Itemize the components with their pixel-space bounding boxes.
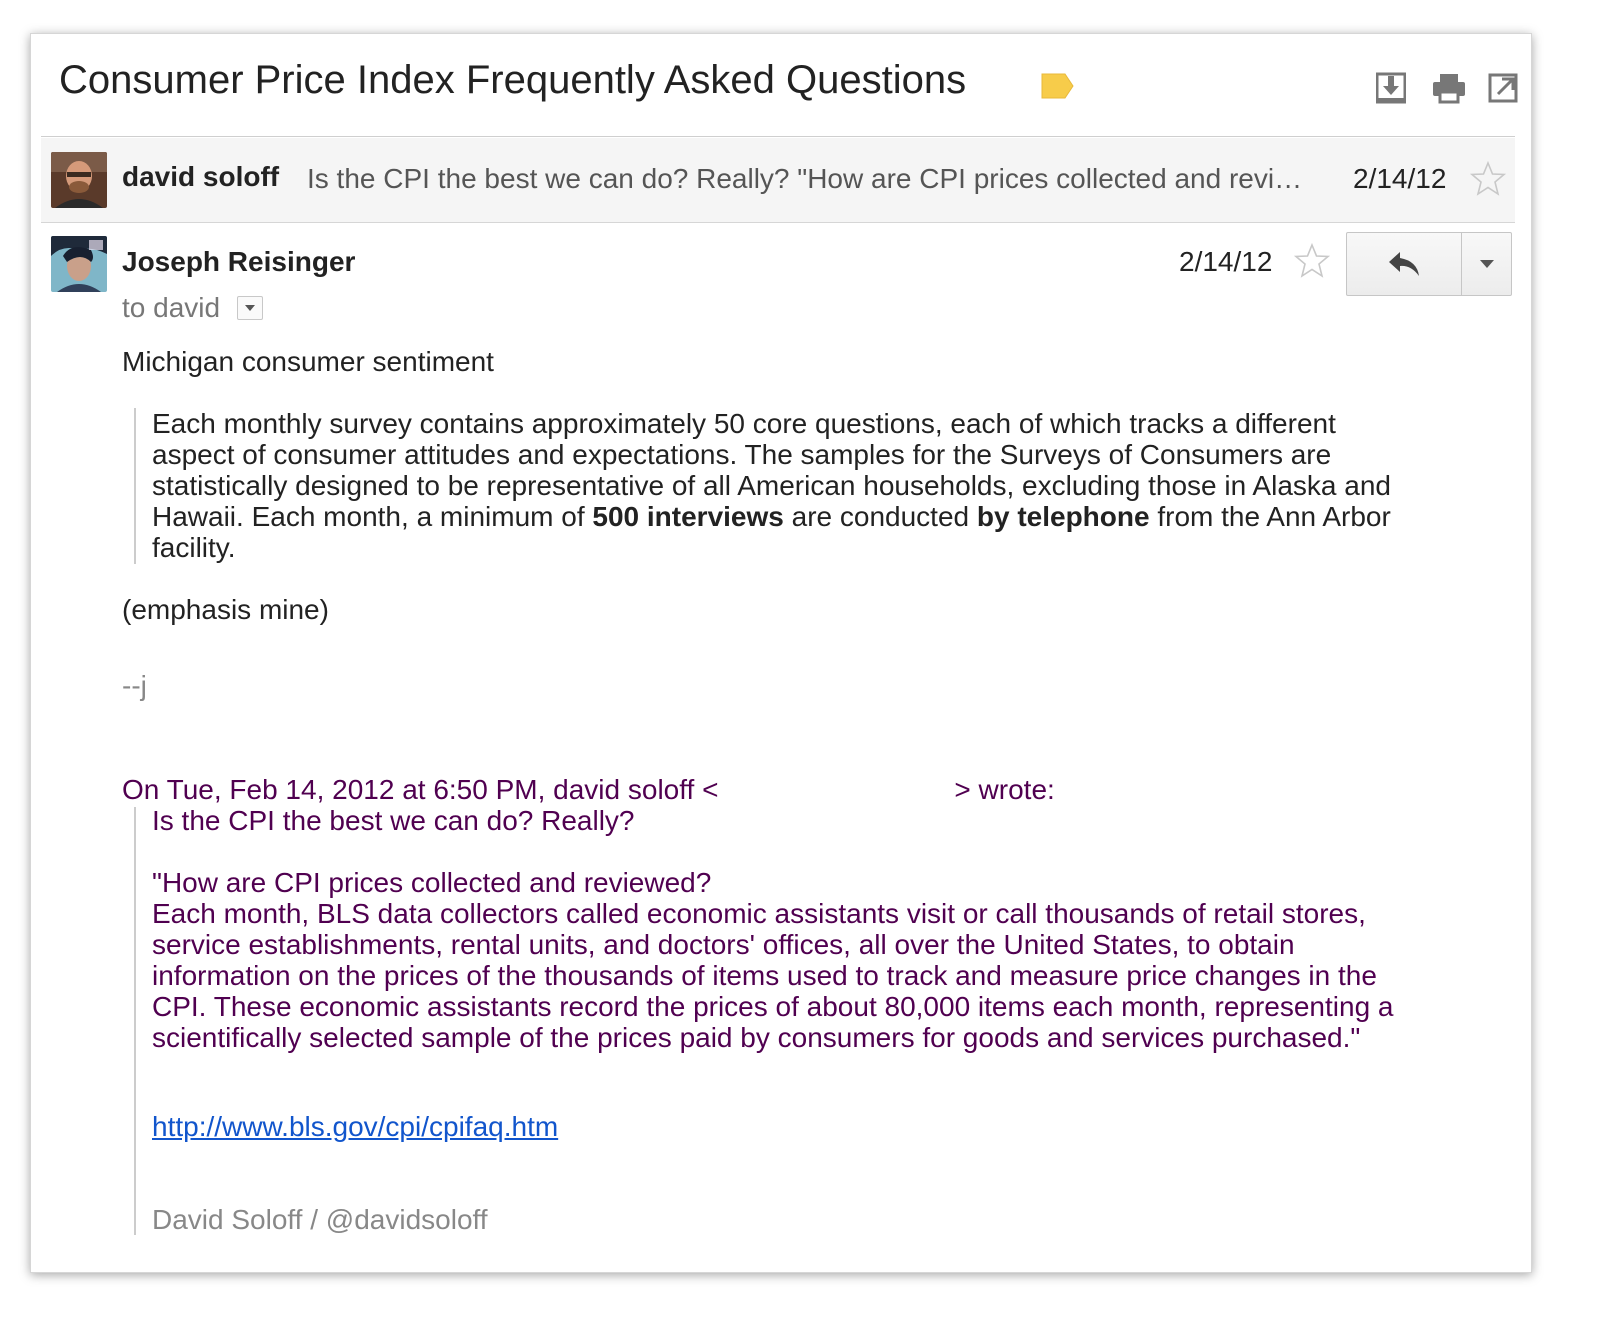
quote-text: are conducted [783,501,977,532]
open-in-new-window-icon[interactable] [1488,70,1518,104]
collapsed-message-row[interactable]: david soloff Is the CPI the best we can … [41,138,1515,223]
quoted-line: "How are CPI prices collected and review… [152,867,712,898]
quoted-line: Each month, BLS data collectors called e… [152,898,1366,929]
thread-subject: Consumer Price Index Frequently Asked Qu… [59,58,967,102]
body-signoff: --j [122,670,147,701]
attribution-text: > wrote: [954,774,1055,805]
attribution-text: On Tue, Feb 14, 2012 at 6:50 PM, david s… [122,774,719,805]
header-divider [41,136,1515,137]
more-options-button[interactable] [1462,233,1511,295]
body-intro: Michigan consumer sentiment [122,346,494,377]
star-icon[interactable] [1293,242,1331,280]
reply-button-group [1346,232,1512,296]
avatar [51,236,107,292]
quoted-line: service establishments, rental units, an… [152,929,1295,960]
quote-line: statistically designed to be representat… [152,470,1391,501]
message-sender: Joseph Reisinger [122,246,356,277]
quote-bar [134,408,136,564]
recipient-details-dropdown[interactable] [237,296,263,320]
reply-button[interactable] [1347,233,1461,295]
quoted-line: CPI. These economic assistants record th… [152,991,1394,1022]
quote-text: from the Ann Arbor [1149,501,1391,532]
star-icon[interactable] [1469,160,1507,198]
quote-text: Hawaii. Each month, a minimum of [152,501,593,532]
download-icon[interactable] [1376,70,1406,104]
quote-line: facility. [152,532,236,563]
quoted-attribution: On Tue, Feb 14, 2012 at 6:50 PM, david s… [122,774,1055,805]
avatar [51,152,107,208]
message-date: 2/14/12 [1179,246,1273,277]
quote-emphasis: by telephone [976,501,1150,532]
quoted-signature: David Soloff / @davidsoloff [152,1204,488,1235]
quote-bar [134,807,136,1235]
quote-line: Each monthly survey contains approximate… [152,408,1336,439]
quote-line: Hawaii. Each month, a minimum of 500 int… [152,501,1391,532]
email-thread-card: Consumer Price Index Frequently Asked Qu… [30,33,1532,1273]
quoted-line: Is the CPI the best we can do? Really? [152,805,635,836]
recipient-line: to david [122,292,221,323]
collapsed-snippet: Is the CPI the best we can do? Really? "… [307,163,1303,194]
quote-emphasis: 500 interviews [592,501,784,532]
body-emphasis-note: (emphasis mine) [122,594,329,625]
bls-faq-link[interactable]: http://www.bls.gov/cpi/cpifaq.htm [152,1111,558,1142]
label-tag-icon[interactable] [1039,72,1075,100]
quoted-line: information on the prices of the thousan… [152,960,1377,991]
quote-line: aspect of consumer attitudes and expecta… [152,439,1332,470]
reply-icon [1389,252,1419,276]
quoted-line: scientifically selected sample of the pr… [152,1022,1361,1053]
collapsed-sender: david soloff [122,161,280,192]
print-icon[interactable] [1431,70,1467,104]
collapsed-date: 2/14/12 [1353,163,1447,194]
